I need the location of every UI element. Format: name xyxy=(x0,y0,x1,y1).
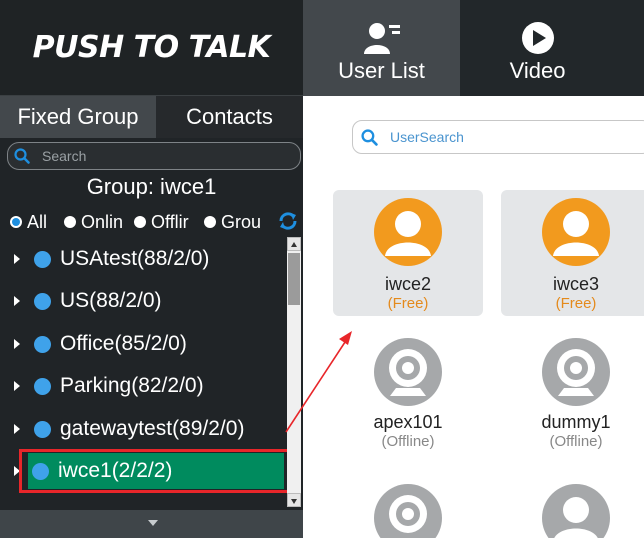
current-group-label: Group: iwce1 xyxy=(86,174,217,199)
expand-arrow-icon[interactable] xyxy=(14,296,20,306)
group-status-dot xyxy=(34,250,51,268)
app-title-bar: PUSH TO TALK xyxy=(0,0,303,96)
group-list: USAtest(88/2/0) US(88/2/0) Office(85/2/0… xyxy=(0,236,286,508)
filter-all[interactable]: All xyxy=(10,212,64,233)
user-card-partial-1[interactable] xyxy=(333,482,483,538)
user-status: (Free) xyxy=(387,295,429,312)
camera-icon xyxy=(374,338,442,406)
tab-contacts[interactable]: Contacts xyxy=(156,96,303,138)
radio-all[interactable] xyxy=(10,216,22,228)
group-label-office: Office(85/2/0) xyxy=(60,332,187,355)
group-item-gatewaytest[interactable]: gatewaytest(89/2/0) xyxy=(0,408,286,450)
user-card-apex101[interactable]: apex101 (Offline) xyxy=(333,336,483,462)
expand-panel-bar[interactable] xyxy=(0,510,303,538)
user-search-input[interactable] xyxy=(390,129,630,145)
group-tabs: Fixed Group Contacts xyxy=(0,96,303,138)
group-status-dot xyxy=(32,462,49,480)
group-item-parking[interactable]: Parking(82/2/0) xyxy=(0,365,286,407)
group-search-box xyxy=(7,142,301,170)
tab-user-list[interactable]: User List xyxy=(303,0,460,96)
camera-icon xyxy=(542,338,610,406)
filter-group[interactable]: Grou xyxy=(204,212,268,233)
tab-video-label: Video xyxy=(509,58,566,83)
app-title: PUSH TO TALK xyxy=(32,30,271,65)
expand-arrow-icon[interactable] xyxy=(14,339,20,349)
avatar-icon xyxy=(542,484,610,538)
group-item-us[interactable]: US(88/2/0) xyxy=(0,280,286,322)
filter-group-label: Grou xyxy=(221,211,262,232)
tab-user-list-label: User List xyxy=(338,58,425,83)
search-icon xyxy=(14,148,30,164)
scroll-down-button[interactable] xyxy=(287,493,301,507)
radio-offline[interactable] xyxy=(134,216,146,228)
user-card-iwce3[interactable]: iwce3 (Free) xyxy=(501,190,644,316)
user-status: (Free) xyxy=(555,295,597,312)
chevron-down-icon[interactable] xyxy=(148,520,158,526)
scroll-thumb[interactable] xyxy=(288,253,300,305)
group-status-dot xyxy=(34,420,51,438)
user-status: (Offline) xyxy=(549,433,603,450)
play-icon xyxy=(521,22,554,54)
group-list-scrollbar[interactable] xyxy=(287,237,301,507)
user-name: iwce2 xyxy=(384,274,432,294)
user-name: iwce3 xyxy=(552,274,600,294)
filter-online-label: Onlin xyxy=(81,211,124,232)
scroll-up-button[interactable] xyxy=(287,237,301,251)
user-name: dummy1 xyxy=(541,412,611,432)
user-card-dummy1[interactable]: dummy1 (Offline) xyxy=(501,336,644,462)
expand-arrow-icon[interactable] xyxy=(14,254,20,264)
top-nav: User List Video xyxy=(303,0,644,96)
expand-arrow-icon[interactable] xyxy=(14,381,20,391)
user-list-icon xyxy=(363,23,400,54)
tab-fixed-group[interactable]: Fixed Group xyxy=(0,96,156,138)
left-panel: PUSH TO TALK Fixed Group Contacts Group:… xyxy=(0,0,303,538)
main-panel: User List Video iwce2 (Free) xyxy=(303,0,644,538)
refresh-icon[interactable] xyxy=(277,210,299,232)
camera-icon xyxy=(374,484,442,538)
group-label-gatewaytest: gatewaytest(89/2/0) xyxy=(60,417,245,440)
group-status-dot xyxy=(34,292,51,310)
group-status-dot xyxy=(34,377,51,395)
filter-online[interactable]: Onlin xyxy=(64,212,134,233)
group-status-dot xyxy=(34,335,51,353)
radio-group[interactable] xyxy=(204,216,216,228)
tab-video[interactable]: Video xyxy=(460,0,615,96)
group-search-input[interactable] xyxy=(42,148,272,164)
user-search-box xyxy=(352,120,644,154)
avatar-icon xyxy=(374,198,442,266)
group-item-office[interactable]: Office(85/2/0) xyxy=(0,323,286,365)
user-status: (Offline) xyxy=(381,433,435,450)
group-label-us: US(88/2/0) xyxy=(60,289,162,312)
filter-offline-label: Offlir xyxy=(151,211,189,232)
group-item-iwce1[interactable]: iwce1(2/2/2) xyxy=(0,450,286,492)
group-label-parking: Parking(82/2/0) xyxy=(60,374,204,397)
user-name: apex101 xyxy=(373,412,443,432)
user-card-iwce2[interactable]: iwce2 (Free) xyxy=(333,190,483,316)
avatar-icon xyxy=(542,198,610,266)
expand-arrow-icon[interactable] xyxy=(14,424,20,434)
radio-online[interactable] xyxy=(64,216,76,228)
filter-all-label: All xyxy=(27,211,48,232)
user-card-partial-2[interactable] xyxy=(501,482,644,538)
search-icon xyxy=(361,128,378,146)
filter-offline[interactable]: Offlir xyxy=(134,212,204,233)
group-item-usatest[interactable]: USAtest(88/2/0) xyxy=(0,238,286,280)
group-label-iwce1: iwce1(2/2/2) xyxy=(58,459,173,482)
group-filter-options: All Onlin Offlir Grou xyxy=(10,210,303,234)
group-label-usatest: USAtest(88/2/0) xyxy=(60,247,210,270)
expand-arrow-icon[interactable] xyxy=(14,466,20,476)
